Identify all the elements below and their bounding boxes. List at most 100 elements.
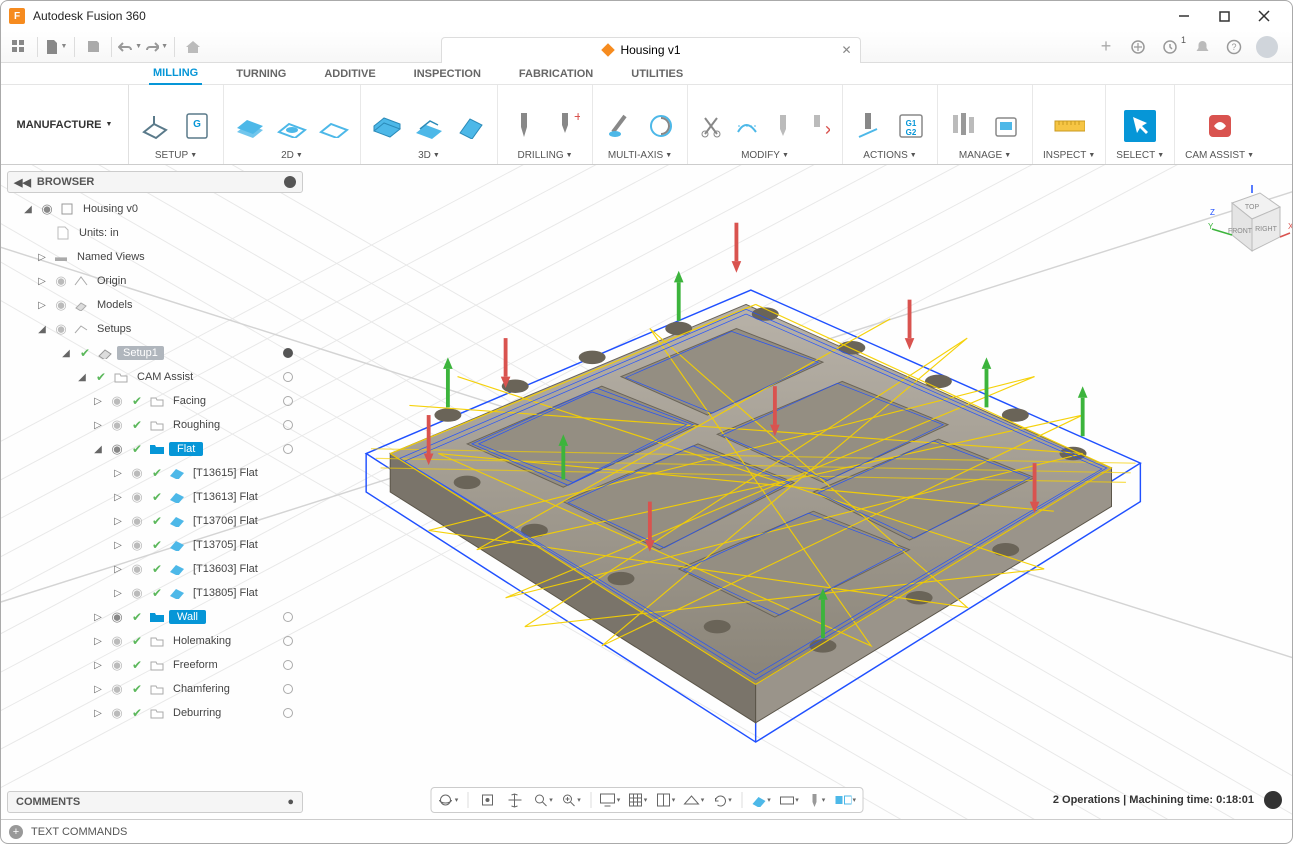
workspace-switcher[interactable]: MANUFACTURE▼ [1,85,129,164]
origin-node[interactable]: Origin [93,274,130,288]
redo-button[interactable]: ▼ [144,35,168,59]
expand-icon[interactable]: ▷ [35,300,49,311]
visibility-icon[interactable]: ◉ [39,201,55,217]
visibility-icon[interactable]: ◉ [129,561,145,577]
toolpath-vis-button[interactable]: ▾ [750,790,772,810]
close-tab-button[interactable]: ✕ [841,43,851,57]
viewport-canvas[interactable]: TOP FRONT RIGHT Y X Z ◀◀ BROWSER ◢◉Housi… [1,165,1292,819]
document-tab[interactable]: Housing v1 ✕ [441,37,861,63]
setup1-node[interactable]: Setup1 [117,346,164,360]
modify-tool1-icon[interactable] [770,113,796,139]
active-radio[interactable] [283,636,293,646]
add-comment-icon[interactable]: ● [287,796,294,808]
visibility-icon[interactable]: ◉ [109,633,125,649]
operation-node[interactable]: ▷◉✔[T13805] Flat [7,581,303,605]
data-panel-button[interactable] [7,35,31,59]
expand-icon[interactable]: ◢ [21,204,35,215]
orbit-button[interactable]: ▾ [437,790,459,810]
modify-path-icon[interactable] [734,113,760,139]
expand-icon[interactable]: ▷ [91,636,105,647]
undo-button[interactable]: ▼ [118,35,142,59]
roughing-node[interactable]: Roughing [169,418,224,432]
deburring-node[interactable]: Deburring [169,706,225,720]
pan-button[interactable] [504,790,526,810]
autodesk-logo-icon[interactable] [1264,791,1282,809]
setup-icon[interactable] [139,110,171,142]
visibility-icon[interactable]: ◉ [109,441,125,457]
operation-node[interactable]: ▷◉✔[T13603] Flat [7,557,303,581]
visibility-icon[interactable]: ◉ [109,393,125,409]
select-icon[interactable] [1124,110,1156,142]
setups-node[interactable]: Setups [93,322,135,336]
text-commands-bar[interactable]: + TEXT COMMANDS [1,819,1292,843]
holemaking-node[interactable]: Holemaking [169,634,235,648]
expand-icon[interactable]: ▷ [91,612,105,623]
extensions-button[interactable] [1128,37,1148,57]
models-node[interactable]: Models [93,298,136,312]
browser-options-icon[interactable] [284,176,296,188]
freeform-node[interactable]: Freeform [169,658,222,672]
active-radio[interactable] [283,420,293,430]
modify-trim-icon[interactable] [698,113,724,139]
expand-icon[interactable]: ▷ [111,564,125,575]
inspect-measure-icon[interactable] [1053,110,1085,142]
2d-op1-icon[interactable] [234,110,266,142]
collapse-icon[interactable]: ◀◀ [14,176,31,189]
active-radio[interactable] [283,660,293,670]
camassist-node[interactable]: CAM Assist [133,370,197,384]
operation-node[interactable]: ▷◉✔[T13613] Flat [7,485,303,509]
operation-node[interactable]: ▷◉✔[T13706] Flat [7,509,303,533]
visibility-icon[interactable]: ◉ [109,657,125,673]
visibility-icon[interactable]: ◉ [109,609,125,625]
visibility-icon[interactable]: ◉ [129,513,145,529]
minimize-button[interactable] [1164,2,1204,30]
expand-icon[interactable]: ▷ [111,492,125,503]
3d-op1-icon[interactable] [371,110,403,142]
display-button[interactable]: ▾ [599,790,621,810]
expand-icon[interactable]: ▷ [111,540,125,551]
stock-vis-button[interactable]: ▾ [778,790,800,810]
view-cube[interactable]: TOP FRONT RIGHT Y X Z [1202,185,1272,255]
expand-icon[interactable]: ▷ [91,396,105,407]
visibility-icon[interactable]: ◉ [109,705,125,721]
visual-style-button[interactable]: ▾ [683,790,705,810]
browser-header[interactable]: ◀◀ BROWSER [7,171,303,193]
expand-icon[interactable]: ▷ [91,708,105,719]
fit-button[interactable]: ▾ [560,790,582,810]
expand-icon[interactable]: ▷ [91,684,105,695]
active-radio[interactable] [283,396,293,406]
3d-op3-icon[interactable] [455,110,487,142]
multiaxis-op1-icon[interactable] [603,110,635,142]
active-radio[interactable] [283,444,293,454]
facing-node[interactable]: Facing [169,394,210,408]
active-radio[interactable] [283,348,293,358]
notifications-button[interactable] [1192,37,1212,57]
close-button[interactable] [1244,2,1284,30]
visibility-icon[interactable]: ◉ [129,465,145,481]
viewports-button[interactable]: ▾ [655,790,677,810]
visibility-icon[interactable]: ◉ [53,297,69,313]
cam-assist-icon[interactable] [1204,110,1236,142]
actions-postprocess-icon[interactable]: G1G2 [895,110,927,142]
wall-node[interactable]: Wall [169,610,206,624]
visibility-icon[interactable]: ◉ [129,585,145,601]
chamfering-node[interactable]: Chamfering [169,682,234,696]
expand-icon[interactable]: ▷ [91,420,105,431]
expand-icon[interactable]: ▷ [91,660,105,671]
expand-icon[interactable]: ▷ [35,276,49,287]
visibility-icon[interactable]: ◉ [53,321,69,337]
zoom-button[interactable]: ▾ [532,790,554,810]
compare-button[interactable]: ▾ [834,790,856,810]
manage-tools-icon[interactable] [948,110,980,142]
active-radio[interactable] [283,612,293,622]
help-button[interactable]: ? [1224,37,1244,57]
active-radio[interactable] [283,684,293,694]
modify-delete-icon[interactable]: ✕ [806,113,832,139]
2d-op2-icon[interactable] [276,110,308,142]
visibility-icon[interactable]: ◉ [129,537,145,553]
expand-icon[interactable]: ▷ [111,468,125,479]
new-tab-button[interactable]: + [1096,37,1116,57]
grid-button[interactable]: ▾ [627,790,649,810]
visibility-icon[interactable]: ◉ [109,417,125,433]
tab-turning[interactable]: TURNING [232,64,290,84]
